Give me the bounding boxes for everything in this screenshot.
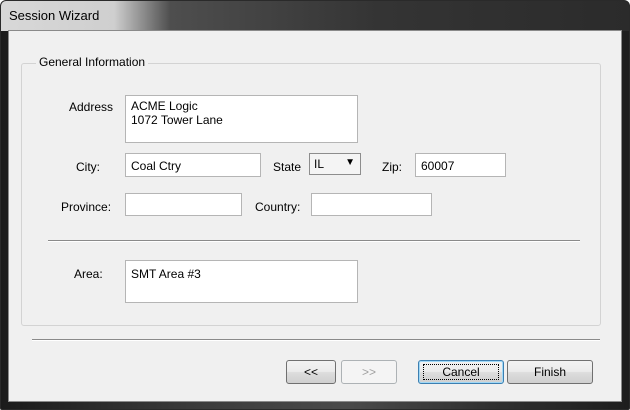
finish-button[interactable]: Finish <box>507 360 593 384</box>
title-bar[interactable]: Session Wizard <box>1 1 629 31</box>
city-label: City: <box>76 160 100 174</box>
province-label: Province: <box>61 200 112 214</box>
zip-field[interactable]: 60007 <box>415 153 506 177</box>
address-label: Address <box>69 100 114 114</box>
finish-button-label: Finish <box>533 365 566 379</box>
group-separator <box>48 240 580 242</box>
zip-value: 60007 <box>421 159 455 173</box>
cancel-button-label: Cancel <box>442 365 480 379</box>
back-button[interactable]: << <box>286 360 336 384</box>
address-field[interactable]: ACME Logic 1072 Tower Lane <box>125 95 358 143</box>
state-value: IL <box>314 157 325 171</box>
country-label: Country: <box>255 200 301 214</box>
area-field[interactable]: SMT Area #3 <box>125 260 358 303</box>
state-label: State <box>273 160 302 174</box>
group-title: General Information <box>36 55 149 69</box>
button-separator <box>32 339 600 341</box>
country-field[interactable] <box>311 193 432 216</box>
city-value: Coal Ctry <box>131 159 182 173</box>
next-button[interactable]: >> <box>341 360 397 384</box>
city-field[interactable]: Coal Ctry <box>125 153 261 177</box>
address-line-1: ACME Logic <box>131 99 198 113</box>
next-button-label: >> <box>361 365 376 379</box>
chevron-down-icon: ▼ <box>345 157 355 168</box>
zip-label: Zip: <box>382 160 403 174</box>
address-line-2: 1072 Tower Lane <box>131 113 223 127</box>
area-label: Area: <box>74 267 103 281</box>
window-title: Session Wizard <box>9 8 100 23</box>
area-value: SMT Area #3 <box>131 267 201 281</box>
province-field[interactable] <box>125 193 242 216</box>
cancel-button[interactable]: Cancel <box>418 360 504 384</box>
back-button-label: << <box>303 365 318 379</box>
state-select[interactable]: IL ▼ <box>309 153 361 175</box>
